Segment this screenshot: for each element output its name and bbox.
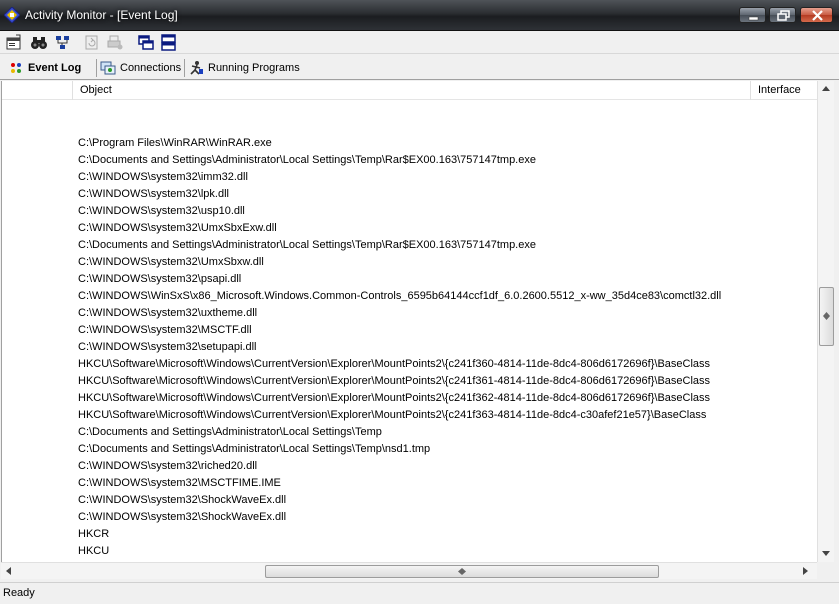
list-item[interactable]: C:\WINDOWS\system32\riched20.dll <box>78 458 257 475</box>
event-log-icon <box>11 63 21 73</box>
connections-icon <box>100 61 116 75</box>
list-item[interactable]: C:\WINDOWS\system32\uxtheme.dll <box>78 305 257 322</box>
tab-running-programs[interactable]: Running Programs <box>188 57 300 79</box>
cascade-windows-icon <box>138 35 154 50</box>
tab-label: Event Log <box>28 62 82 74</box>
list-item[interactable]: HKCU\Software\Microsoft\Windows\CurrentV… <box>78 356 710 373</box>
event-log-list[interactable]: Object Interface C:\Program Files\WinRAR… <box>1 81 817 562</box>
list-item[interactable]: C:\Documents and Settings\Administrator\… <box>78 441 430 458</box>
list-item[interactable]: C:\WINDOWS\system32\lpk.dll <box>78 186 229 203</box>
restore-icon <box>777 10 790 21</box>
scroll-left-icon[interactable] <box>6 567 11 575</box>
activity-monitor-app-icon <box>4 7 20 23</box>
list-item[interactable]: C:\WINDOWS\system32\psapi.dll <box>78 271 241 288</box>
list-item[interactable]: HKCU\Software\Microsoft\Windows\CurrentV… <box>78 390 710 407</box>
properties-icon <box>6 34 21 50</box>
list-item[interactable]: HKCU\Software\Microsoft\Windows\CurrentV… <box>78 373 710 390</box>
list-header: Object Interface <box>2 81 817 100</box>
tile-windows-button[interactable] <box>160 34 178 51</box>
list-item[interactable]: C:\WINDOWS\system32\setupapi.dll <box>78 339 257 356</box>
tab-divider <box>96 59 97 77</box>
list-item[interactable]: C:\WINDOWS\system32\usp10.dll <box>78 203 245 220</box>
find-binoculars-icon <box>31 37 47 49</box>
list-item[interactable]: HKCU\Software\Microsoft\Windows\CurrentV… <box>78 407 706 424</box>
list-item[interactable]: C:\WINDOWS\system32\UmxSbxw.dll <box>78 254 264 271</box>
list-item[interactable]: C:\Documents and Settings\Administrator\… <box>78 237 536 254</box>
status-bar: Ready <box>0 582 839 604</box>
horizontal-scroll-thumb[interactable] <box>265 565 659 578</box>
tile-windows-icon <box>161 34 176 51</box>
list-item[interactable]: C:\WINDOWS\system32\UmxSbxExw.dll <box>78 220 277 237</box>
print-button[interactable] <box>106 34 124 51</box>
list-item[interactable]: C:\WINDOWS\WinSxS\x86_Microsoft.Windows.… <box>78 288 721 305</box>
app-window: Activity Monitor - [Event Log] Event Log… <box>0 0 839 604</box>
close-button[interactable] <box>800 7 833 23</box>
properties-button[interactable] <box>5 34 23 51</box>
restore-button[interactable] <box>769 7 796 23</box>
view-tabs: Event Log Connections Running Programs <box>0 55 839 80</box>
cascade-windows-button[interactable] <box>137 34 155 51</box>
tab-label: Connections <box>120 62 182 74</box>
vertical-scrollbar[interactable] <box>817 81 834 562</box>
network-tree-icon <box>56 36 69 49</box>
grip-icon <box>458 568 466 575</box>
vertical-scroll-thumb[interactable] <box>819 287 834 346</box>
find-button[interactable] <box>30 34 48 51</box>
list-item[interactable]: C:\WINDOWS\system32\MSCTFIME.IME <box>78 475 281 492</box>
status-text: Ready <box>3 587 35 599</box>
scroll-down-icon[interactable] <box>822 551 830 556</box>
close-icon <box>812 10 823 21</box>
minimize-button[interactable] <box>739 7 766 23</box>
tab-divider <box>184 59 185 77</box>
window-title: Activity Monitor - [Event Log] <box>25 8 178 22</box>
list-item[interactable]: HKCU <box>78 543 109 560</box>
list-item[interactable]: C:\Documents and Settings\Administrator\… <box>78 424 382 441</box>
tab-event-log[interactable]: Event Log <box>8 57 81 79</box>
list-item[interactable]: C:\WINDOWS\system32\imm32.dll <box>78 169 248 186</box>
tab-label: Running Programs <box>208 62 300 74</box>
column-header-object[interactable]: Object <box>72 81 750 100</box>
list-item[interactable]: HKCR <box>78 526 109 543</box>
list-item[interactable]: C:\Documents and Settings\Administrator\… <box>78 152 536 169</box>
horizontal-scrollbar[interactable] <box>1 562 817 579</box>
list-item[interactable]: C:\Program Files\WinRAR\WinRAR.exe <box>78 135 272 152</box>
column-header-interface[interactable]: Interface <box>750 81 817 100</box>
minimize-icon <box>748 16 759 21</box>
toolbar <box>0 31 839 54</box>
column-header-blank[interactable] <box>2 81 72 100</box>
scrollbar-corner <box>817 562 834 579</box>
print-disabled-icon <box>107 35 123 50</box>
refresh-button[interactable] <box>83 34 101 51</box>
refresh-disabled-icon <box>85 35 98 50</box>
tab-connections[interactable]: Connections <box>100 57 181 79</box>
grip-icon <box>823 312 830 320</box>
scroll-right-icon[interactable] <box>803 567 808 575</box>
list-item[interactable]: C:\WINDOWS\system32\ShockWaveEx.dll <box>78 492 286 509</box>
title-bar[interactable]: Activity Monitor - [Event Log] <box>0 0 839 31</box>
running-programs-icon <box>190 61 203 75</box>
list-item[interactable]: C:\WINDOWS\system32\MSCTF.dll <box>78 322 252 339</box>
network-tree-button[interactable] <box>54 34 72 51</box>
scroll-up-icon[interactable] <box>822 86 830 91</box>
list-item[interactable]: C:\WINDOWS\system32\ShockWaveEx.dll <box>78 509 286 526</box>
